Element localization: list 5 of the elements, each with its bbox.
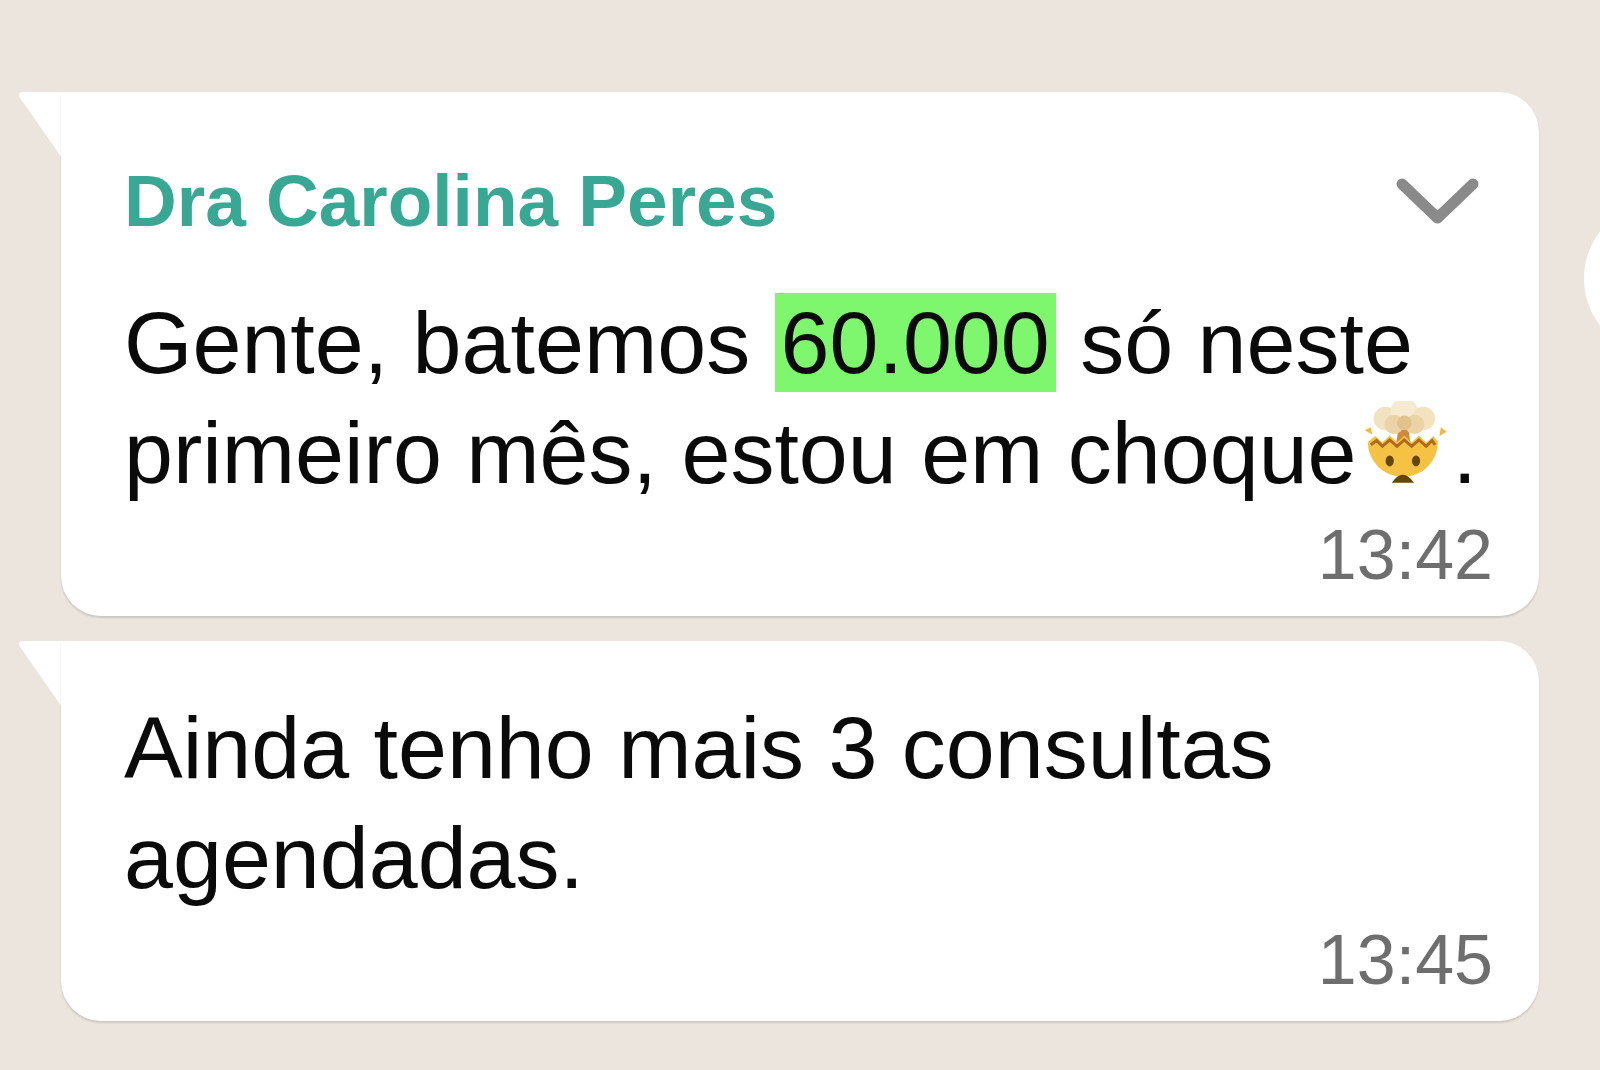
message-time: 13:42: [1317, 516, 1493, 594]
message-text: Gente, batemos 60.000 só neste primeiro mês, estou em choque .: [124, 292, 1478, 504]
message-text: Ainda tenho mais 3 consultas agendadas.: [124, 697, 1275, 909]
message-time: 13:45: [1317, 921, 1493, 999]
sender-name: Dra Carolina Peres: [124, 159, 778, 243]
